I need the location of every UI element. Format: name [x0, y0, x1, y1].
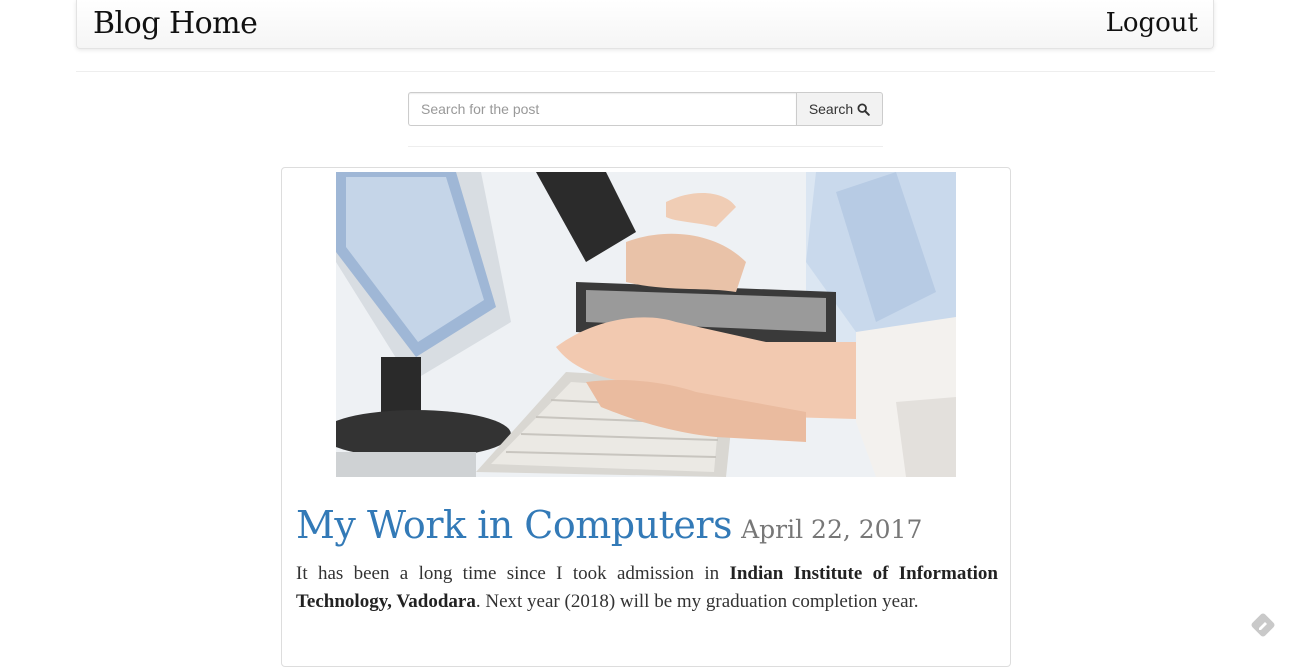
post-title-link[interactable]: My Work in Computers [296, 503, 733, 547]
post-date: April 22, 2017 [741, 515, 923, 544]
post-text: . Next year (2018) will be my graduation… [475, 591, 919, 612]
blog-home-link[interactable]: Blog Home [93, 6, 258, 41]
navbar: Blog Home Logout [76, 0, 1214, 49]
logout-link[interactable]: Logout [1106, 8, 1198, 38]
divider [408, 146, 883, 147]
post-image[interactable] [336, 172, 956, 477]
post-card: My Work in Computers April 22, 2017 It h… [281, 167, 1011, 667]
post-text: It has been a long time since I took adm… [296, 563, 730, 584]
search-form: Search [408, 92, 883, 126]
divider [76, 71, 1215, 72]
search-button[interactable]: Search [796, 92, 883, 126]
post-illustration [336, 172, 956, 477]
post-heading: My Work in Computers April 22, 2017 [296, 503, 922, 547]
pencil-badge-icon[interactable] [1250, 612, 1276, 638]
search-button-label: Search [808, 101, 854, 117]
search-icon [857, 102, 870, 116]
post-excerpt: It has been a long time since I took adm… [296, 560, 998, 616]
search-input[interactable] [408, 92, 796, 126]
